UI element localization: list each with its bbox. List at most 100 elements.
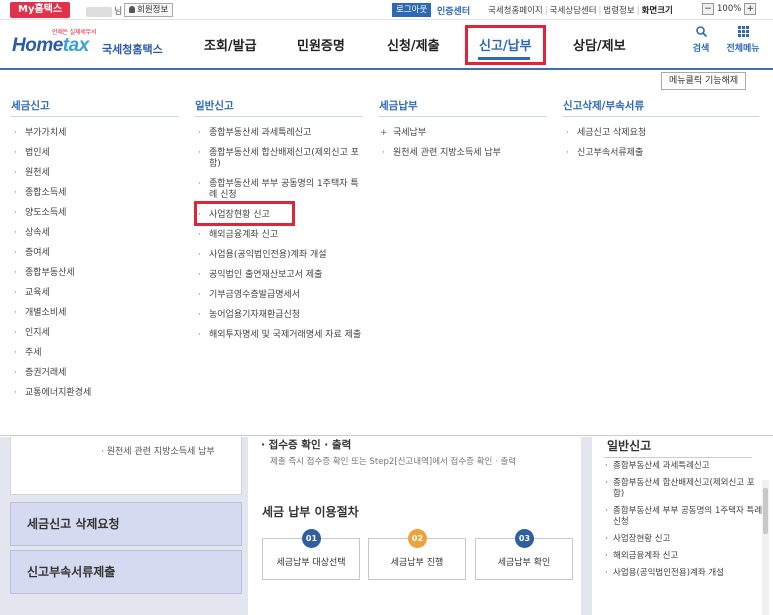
list-item[interactable]: 해외금융계좌 신고 bbox=[604, 551, 764, 562]
column-title-tax-payment[interactable]: 세금납부 bbox=[379, 98, 418, 113]
list-item[interactable]: 종합부동산세 합산배제신고(제외신고 포함) bbox=[604, 478, 764, 500]
list-item[interactable]: 사업용(공익법인전용)계좌 개설 bbox=[604, 568, 764, 579]
menu-item-overseas-account-report[interactable]: 해외금융계좌 신고 bbox=[195, 230, 365, 241]
column-rule bbox=[195, 116, 363, 117]
menu-item-education-tax[interactable]: 교육세 bbox=[11, 288, 181, 299]
nts-homepage-link[interactable]: 국세청홈페이지 bbox=[486, 6, 545, 16]
menu-item-vat[interactable]: 부가가치세 bbox=[11, 128, 181, 139]
right-box-scrollbar[interactable] bbox=[762, 480, 769, 615]
logo-mark: Hometax bbox=[12, 35, 89, 57]
search-icon bbox=[681, 26, 721, 39]
payment-process-title: 세금 납부 이용절차 bbox=[262, 505, 359, 519]
my-hometax-button[interactable]: My홈택스 bbox=[10, 2, 71, 18]
user-greeting: 님 bbox=[86, 4, 122, 17]
page-content-behind-menu: · 원천세 관련 지방소득세 납부 세금신고 삭제요청 신고부속서류제출 · 접… bbox=[0, 437, 773, 615]
menu-item-stamp-tax[interactable]: 인지세 bbox=[11, 328, 181, 339]
nav-application-submit[interactable]: 신청/제출 bbox=[387, 35, 440, 54]
menu-item-withholding-tax[interactable]: 원천세 bbox=[11, 168, 181, 179]
menu-item-report-delete-request[interactable]: 세금신고 삭제요청 bbox=[563, 128, 753, 139]
tax-counsel-link[interactable]: 국세상담센터 bbox=[548, 6, 599, 16]
step-label: 세금납부 진행 bbox=[390, 558, 444, 568]
step-label: 세금납부 확인 bbox=[497, 558, 551, 568]
all-menu-button[interactable]: 전체메뉴 bbox=[723, 26, 763, 54]
column-rule bbox=[563, 116, 759, 117]
right-general-report-box: 일반신고 종합부동산세 과세특례신고 종합부동산세 합산배제신고(제외신고 포함… bbox=[592, 437, 773, 615]
receipt-description: 제출 즉시 접수증 확인 또는 Step2[신고내역]에서 접수증 확인 · 출… bbox=[270, 457, 517, 467]
center-content-box: · 접수증 확인 · 출력 제출 즉시 접수증 확인 또는 Step2[신고내역… bbox=[248, 437, 581, 615]
zoom-control: −100% + bbox=[702, 3, 757, 15]
menu-item-liquor-tax[interactable]: 주세 bbox=[11, 348, 181, 359]
utility-links: 국세청홈페이지 | 국세상담센터 | 법령정보 | 화면크기 bbox=[486, 4, 675, 16]
auth-center-link[interactable]: 인증센터 bbox=[437, 4, 470, 17]
step-proceed-payment[interactable]: 02 세금납부 진행 bbox=[368, 529, 466, 580]
step-number: 01 bbox=[302, 529, 321, 548]
logo-tax: tax bbox=[62, 35, 89, 56]
menu-item-traffic-energy-tax[interactable]: 교통에너지환경세 bbox=[11, 388, 181, 399]
tax-report-list: 부가가치세 법인세 원천세 종합소득세 양도소득세 상속세 증여세 종합부동산세… bbox=[11, 128, 181, 408]
menu-item-excise-tax[interactable]: 개별소비세 bbox=[11, 308, 181, 319]
search-button[interactable]: 검색 bbox=[681, 26, 721, 54]
menu-item-property-tax[interactable]: 종합부동산세 bbox=[11, 268, 181, 279]
search-label: 검색 bbox=[692, 44, 710, 54]
list-item[interactable]: 종합부동산세 부부 공동명의 1주택자 특례 신청 bbox=[604, 506, 764, 528]
receipt-title: · 접수증 확인 · 출력 bbox=[261, 439, 352, 451]
step-select-target[interactable]: 01 세금납부 대상선택 bbox=[262, 529, 360, 580]
hometax-logo[interactable]: 언제든 실제세무서 Hometax 국세청홈택스 bbox=[12, 27, 163, 61]
screen-size-label: 화면크기 bbox=[641, 6, 673, 16]
step-number: 03 bbox=[515, 529, 534, 548]
menu-item-inheritance-tax[interactable]: 상속세 bbox=[11, 228, 181, 239]
column-title-tax-report[interactable]: 세금신고 bbox=[11, 98, 50, 113]
column-rule bbox=[11, 116, 179, 117]
menu-item-donation-receipt-statement[interactable]: 기부금영수증발급명세서 bbox=[195, 290, 365, 301]
left-content-box: · 원천세 관련 지방소득세 납부 bbox=[10, 437, 242, 495]
nav-highlight-box bbox=[465, 25, 546, 65]
top-utility-bar: My홈택스 님 회원정보 로그아웃 인증센터 국세청홈페이지 | 국세상담센터 | 법령… bbox=[0, 0, 773, 20]
all-menu-label: 전체메뉴 bbox=[726, 44, 760, 54]
column-title-general-report[interactable]: 일반신고 bbox=[195, 98, 234, 113]
menu-item-property-tax-special[interactable]: 종합부동산세 과세특례신고 bbox=[195, 128, 365, 139]
menu-item-business-account-open[interactable]: 사업용(공익법인전용)계좌 개설 bbox=[195, 250, 365, 261]
menu-click-disable-button[interactable]: 메뉴클릭 기능해제 bbox=[661, 72, 747, 90]
general-report-list: 종합부동산세 과세특례신고 종합부동산세 합산배제신고(제외신고 포함) 종합부… bbox=[195, 128, 365, 350]
step-confirm-payment[interactable]: 03 세금납부 확인 bbox=[475, 529, 573, 580]
logo-home: Home bbox=[12, 35, 63, 56]
mega-menu-dropdown: 메뉴클릭 기능해제 세금신고 부가가치세 법인세 원천세 종합소득세 양도소득세… bbox=[0, 72, 773, 436]
menu-item-corporate-tax[interactable]: 법인세 bbox=[11, 148, 181, 159]
member-info-button[interactable]: 회원정보 bbox=[124, 3, 174, 17]
nav-consult-report[interactable]: 상담/제보 bbox=[573, 35, 626, 54]
menu-item-gift-tax[interactable]: 증여세 bbox=[11, 248, 181, 259]
menu-item-capital-gains-tax[interactable]: 양도소득세 bbox=[11, 208, 181, 219]
local-income-tax-link[interactable]: · 원천세 관련 지방소득세 납부 bbox=[101, 444, 215, 457]
menu-item-overseas-investment-statement[interactable]: 해외투자명세 및 국제거래명세 자료 제출 bbox=[195, 330, 365, 341]
menu-item-donated-asset-report[interactable]: 공익법인 출연재산보고서 제출 bbox=[195, 270, 365, 281]
zoom-in-button[interactable]: + bbox=[744, 3, 757, 15]
user-suffix: 님 bbox=[114, 7, 123, 17]
menu-item-property-tax-exclusion[interactable]: 종합부동산세 합산배제신고(제외신고 포함) bbox=[195, 148, 365, 170]
step-label: 세금납부 대상선택 bbox=[276, 558, 346, 568]
menu-item-national-tax-payment[interactable]: 국세납부 bbox=[379, 128, 549, 139]
nav-civil-certificate[interactable]: 민원증명 bbox=[297, 35, 345, 54]
grid-menu-icon bbox=[723, 26, 763, 39]
menu-item-highlight-box bbox=[194, 201, 295, 226]
column-rule bbox=[379, 116, 547, 117]
list-item[interactable]: 사업장현황 신고 bbox=[604, 534, 764, 545]
column-title-delete-attachments[interactable]: 신고삭제/부속서류 bbox=[563, 98, 644, 113]
list-item[interactable]: 종합부동산세 과세특례신고 bbox=[604, 461, 764, 472]
menu-item-local-income-tax-payment[interactable]: 원천세 관련 지방소득세 납부 bbox=[379, 148, 549, 159]
zoom-out-button[interactable]: − bbox=[702, 3, 714, 15]
menu-item-income-tax[interactable]: 종합소득세 bbox=[11, 188, 181, 199]
attachment-submit-button[interactable]: 신고부속서류제출 bbox=[10, 550, 242, 594]
right-box-rule bbox=[604, 457, 752, 458]
report-delete-request-button[interactable]: 세금신고 삭제요청 bbox=[10, 502, 242, 546]
nav-inquiry-issue[interactable]: 조회/발급 bbox=[204, 35, 257, 54]
menu-item-securities-tax[interactable]: 증권거래세 bbox=[11, 368, 181, 379]
zoom-value: 100% bbox=[717, 4, 742, 14]
menu-item-farm-equipment-refund[interactable]: 농어업용기자재환급신청 bbox=[195, 310, 365, 321]
scrollbar-thumb[interactable] bbox=[763, 488, 768, 534]
menu-item-joint-owner-special[interactable]: 종합부동산세 부부 공동명의 1주택자 특례 신청 bbox=[195, 179, 365, 201]
law-info-link[interactable]: 법령정보 bbox=[601, 6, 636, 16]
delete-attachments-list: 세금신고 삭제요청 신고부속서류제출 bbox=[563, 128, 753, 168]
logout-button[interactable]: 로그아웃 bbox=[392, 3, 432, 17]
menu-item-attachment-submit[interactable]: 신고부속서류제출 bbox=[563, 148, 753, 159]
person-icon bbox=[129, 6, 135, 13]
